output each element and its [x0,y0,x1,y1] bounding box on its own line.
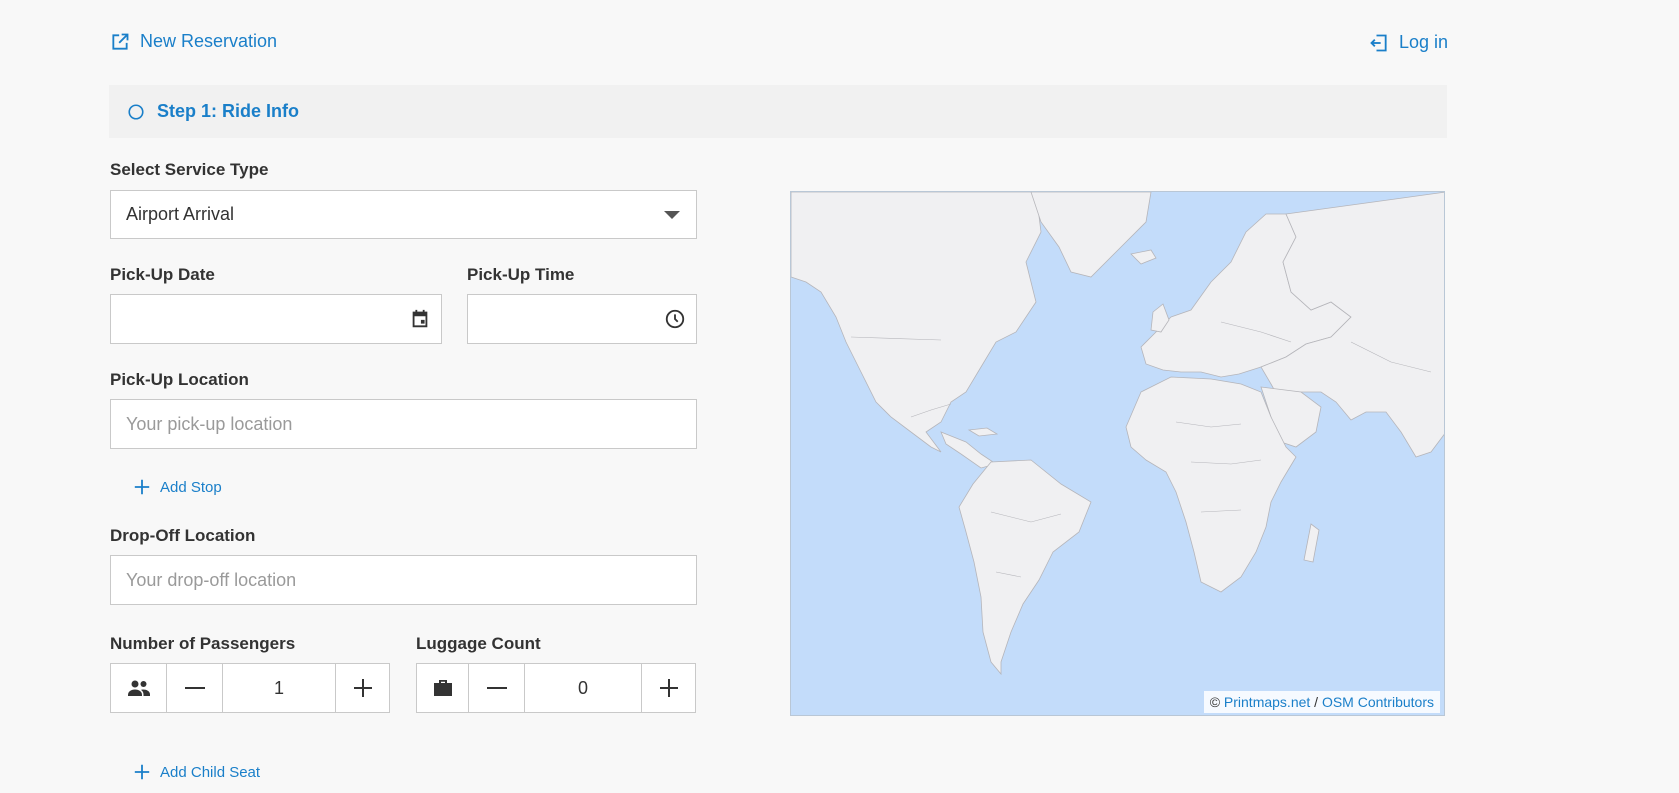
pickup-date-input[interactable] [111,295,441,343]
luggage-decrement-button[interactable] [469,664,525,712]
passengers-increment-button[interactable] [336,664,389,712]
login-icon [1369,33,1389,53]
service-type-label: Select Service Type [110,160,269,179]
add-child-seat-button[interactable]: Add Child Seat [133,763,260,781]
plus-icon [659,679,678,697]
clock-icon[interactable] [664,308,686,330]
passengers-label: Number of Passengers [110,634,296,653]
attribution-separator: / [1314,694,1319,710]
map-attribution: © Printmaps.net / OSM Contributors [1203,691,1440,713]
iceland-landmass [1130,249,1157,265]
step-header[interactable]: Step 1: Ride Info [109,85,1447,138]
suitcase-icon [417,664,469,712]
dropoff-location-input[interactable] [111,556,696,604]
chevron-down-icon [664,210,680,219]
service-type-select[interactable]: Airport Arrival [110,190,697,239]
printmaps-link[interactable]: Printmaps.net [1224,694,1310,710]
plus-icon [353,679,372,697]
add-stop-label: Add Stop [160,478,222,496]
step-title: Step 1: Ride Info [157,101,300,121]
pickup-time-label: Pick-Up Time [467,265,575,284]
new-reservation-link[interactable]: New Reservation [110,31,277,52]
plus-icon [133,478,151,496]
pickup-location-input[interactable] [111,400,696,448]
service-type-value: Airport Arrival [126,204,235,224]
greenland-landmass [1030,192,1152,278]
login-link[interactable]: Log in [1369,32,1448,53]
circle-outline-icon [127,103,145,121]
pickup-location-label: Pick-Up Location [110,370,249,389]
reservation-page: New Reservation Log in Step 1: Ride Info… [0,0,1679,793]
luggage-value: 0 [577,677,588,698]
world-map-graphic [791,192,1444,676]
luggage-stepper: 0 [416,663,696,713]
pickup-location-field[interactable] [110,399,697,449]
pickup-date-label: Pick-Up Date [110,265,215,284]
luggage-label: Luggage Count [416,634,541,653]
passengers-value-field[interactable]: 1 [223,664,336,712]
external-link-icon [110,32,130,52]
plus-icon [133,763,151,781]
passengers-value: 1 [273,677,284,698]
caribbean-islands [967,427,999,437]
people-icon [111,664,167,712]
attribution-prefix: © [1209,694,1221,710]
add-stop-button[interactable]: Add Stop [133,478,222,496]
dropoff-location-field[interactable] [110,555,697,605]
south-america-landmass [958,459,1092,676]
pickup-time-input[interactable] [468,295,696,343]
minus-icon [184,687,205,689]
north-america-landmass [791,192,1042,453]
passengers-stepper: 1 [110,663,390,713]
luggage-increment-button[interactable] [642,664,695,712]
add-child-seat-label: Add Child Seat [160,763,261,781]
central-america-landmass [940,431,997,469]
new-reservation-label: New Reservation [140,31,278,51]
world-map[interactable]: © Printmaps.net / OSM Contributors [790,191,1445,716]
madagascar-landmass [1303,523,1320,563]
osm-contributors-link[interactable]: OSM Contributors [1322,694,1434,710]
luggage-value-field[interactable]: 0 [525,664,642,712]
dropoff-location-label: Drop-Off Location [110,526,256,545]
login-label: Log in [1399,32,1449,52]
minus-icon [486,687,507,689]
calendar-icon[interactable] [409,308,431,330]
passengers-decrement-button[interactable] [167,664,223,712]
pickup-time-field[interactable] [467,294,697,344]
pickup-date-field[interactable] [110,294,442,344]
